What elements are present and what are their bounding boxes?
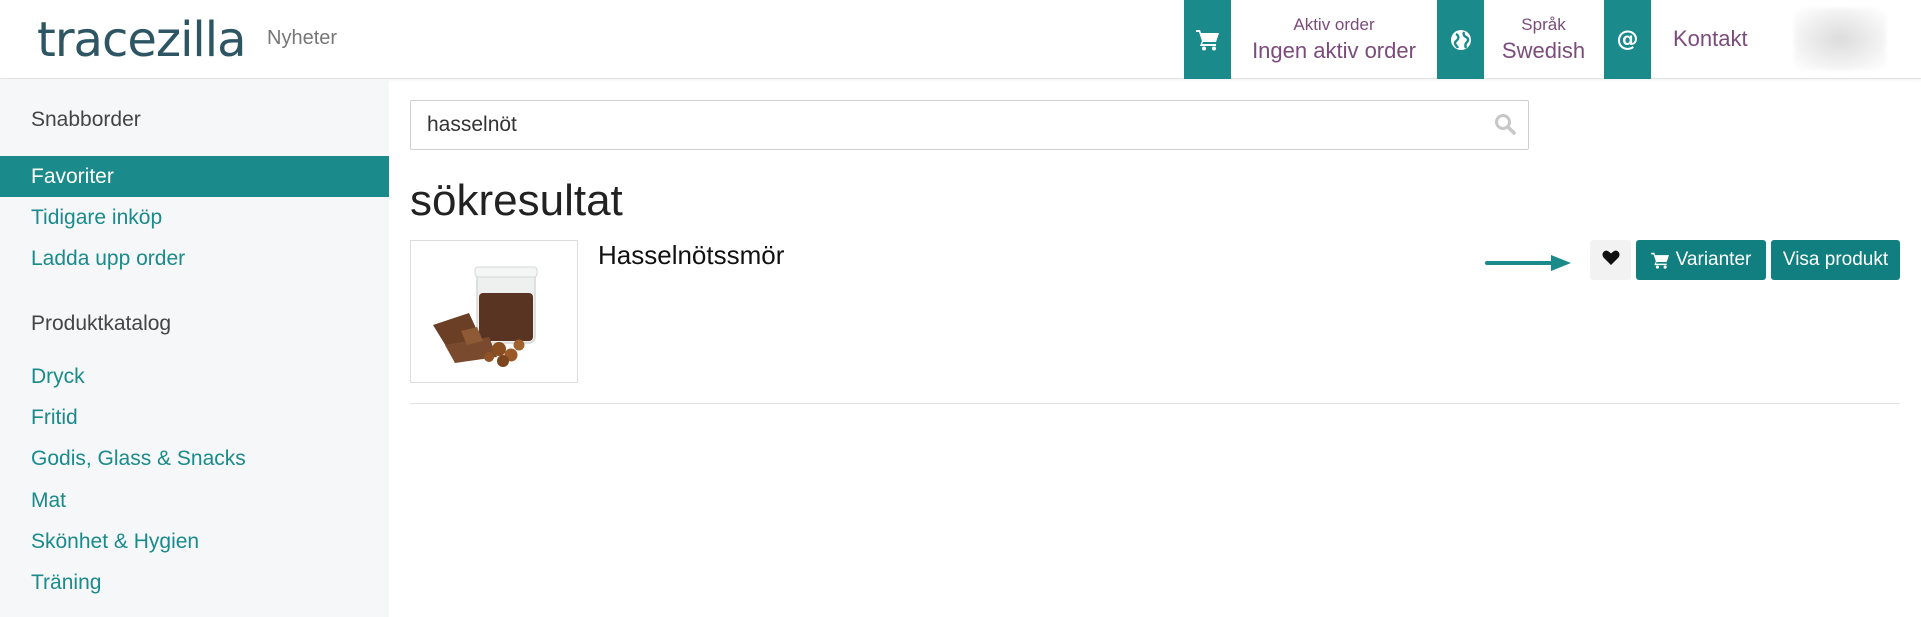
arrow-right-icon — [1485, 255, 1573, 276]
sidebar-item-fritid[interactable]: Fritid — [0, 397, 389, 438]
language-selector[interactable]: Språk Swedish — [1485, 0, 1602, 79]
search-box — [410, 100, 1529, 150]
view-product-button[interactable]: Visa produkt — [1771, 240, 1900, 280]
quick-order-heading: Snabborder — [31, 108, 141, 131]
search-input[interactable] — [411, 101, 1461, 149]
cart-icon — [1650, 252, 1670, 269]
cart-icon[interactable] — [1184, 0, 1231, 79]
favorite-button[interactable] — [1590, 240, 1631, 280]
results-title: sökresultat — [410, 176, 623, 225]
sidebar-item-godis[interactable]: Godis, Glass & Snacks — [0, 438, 389, 479]
active-order-selector[interactable]: Aktiv order Ingen aktiv order — [1232, 0, 1436, 79]
sidebar-item-mat[interactable]: Mat — [0, 480, 389, 521]
heart-icon — [1602, 250, 1620, 271]
sidebar-item-dryck[interactable]: Dryck — [0, 356, 389, 397]
avatar[interactable] — [1794, 8, 1886, 70]
sidebar-item-skonhet[interactable]: Skönhet & Hygien — [0, 521, 389, 562]
active-order-value: Ingen aktiv order — [1252, 37, 1416, 63]
at-icon[interactable]: @ — [1604, 0, 1651, 79]
sidebar-item-traning[interactable]: Träning — [0, 562, 389, 603]
language-value: Swedish — [1501, 37, 1586, 63]
sidebar-item-previous-purchases[interactable]: Tidigare inköp — [0, 197, 389, 238]
variants-label: Varianter — [1675, 249, 1752, 270]
product-image[interactable] — [410, 240, 578, 383]
search-icon[interactable] — [1494, 113, 1516, 140]
sidebar-item-favorites[interactable]: Favoriter — [0, 156, 389, 197]
globe-icon[interactable] — [1437, 0, 1484, 79]
product-name[interactable]: Hasselnötssmör — [598, 240, 784, 271]
top-bar: tracezilla Nyheter Aktiv order Ingen akt… — [0, 0, 1921, 79]
sidebar-item-upload-order[interactable]: Ladda upp order — [0, 238, 389, 279]
sidebar: Snabborder Favoriter Tidigare inköp Ladd… — [0, 80, 389, 617]
active-order-label: Aktiv order — [1293, 14, 1375, 34]
language-label: Språk — [1521, 14, 1566, 34]
variants-button[interactable]: Varianter — [1636, 240, 1766, 280]
divider — [410, 403, 1900, 404]
contact-link[interactable]: Kontakt — [1673, 26, 1748, 52]
catalog-heading: Produktkatalog — [31, 312, 172, 335]
nav-news-link[interactable]: Nyheter — [267, 27, 337, 50]
logo[interactable]: tracezilla — [37, 12, 247, 68]
